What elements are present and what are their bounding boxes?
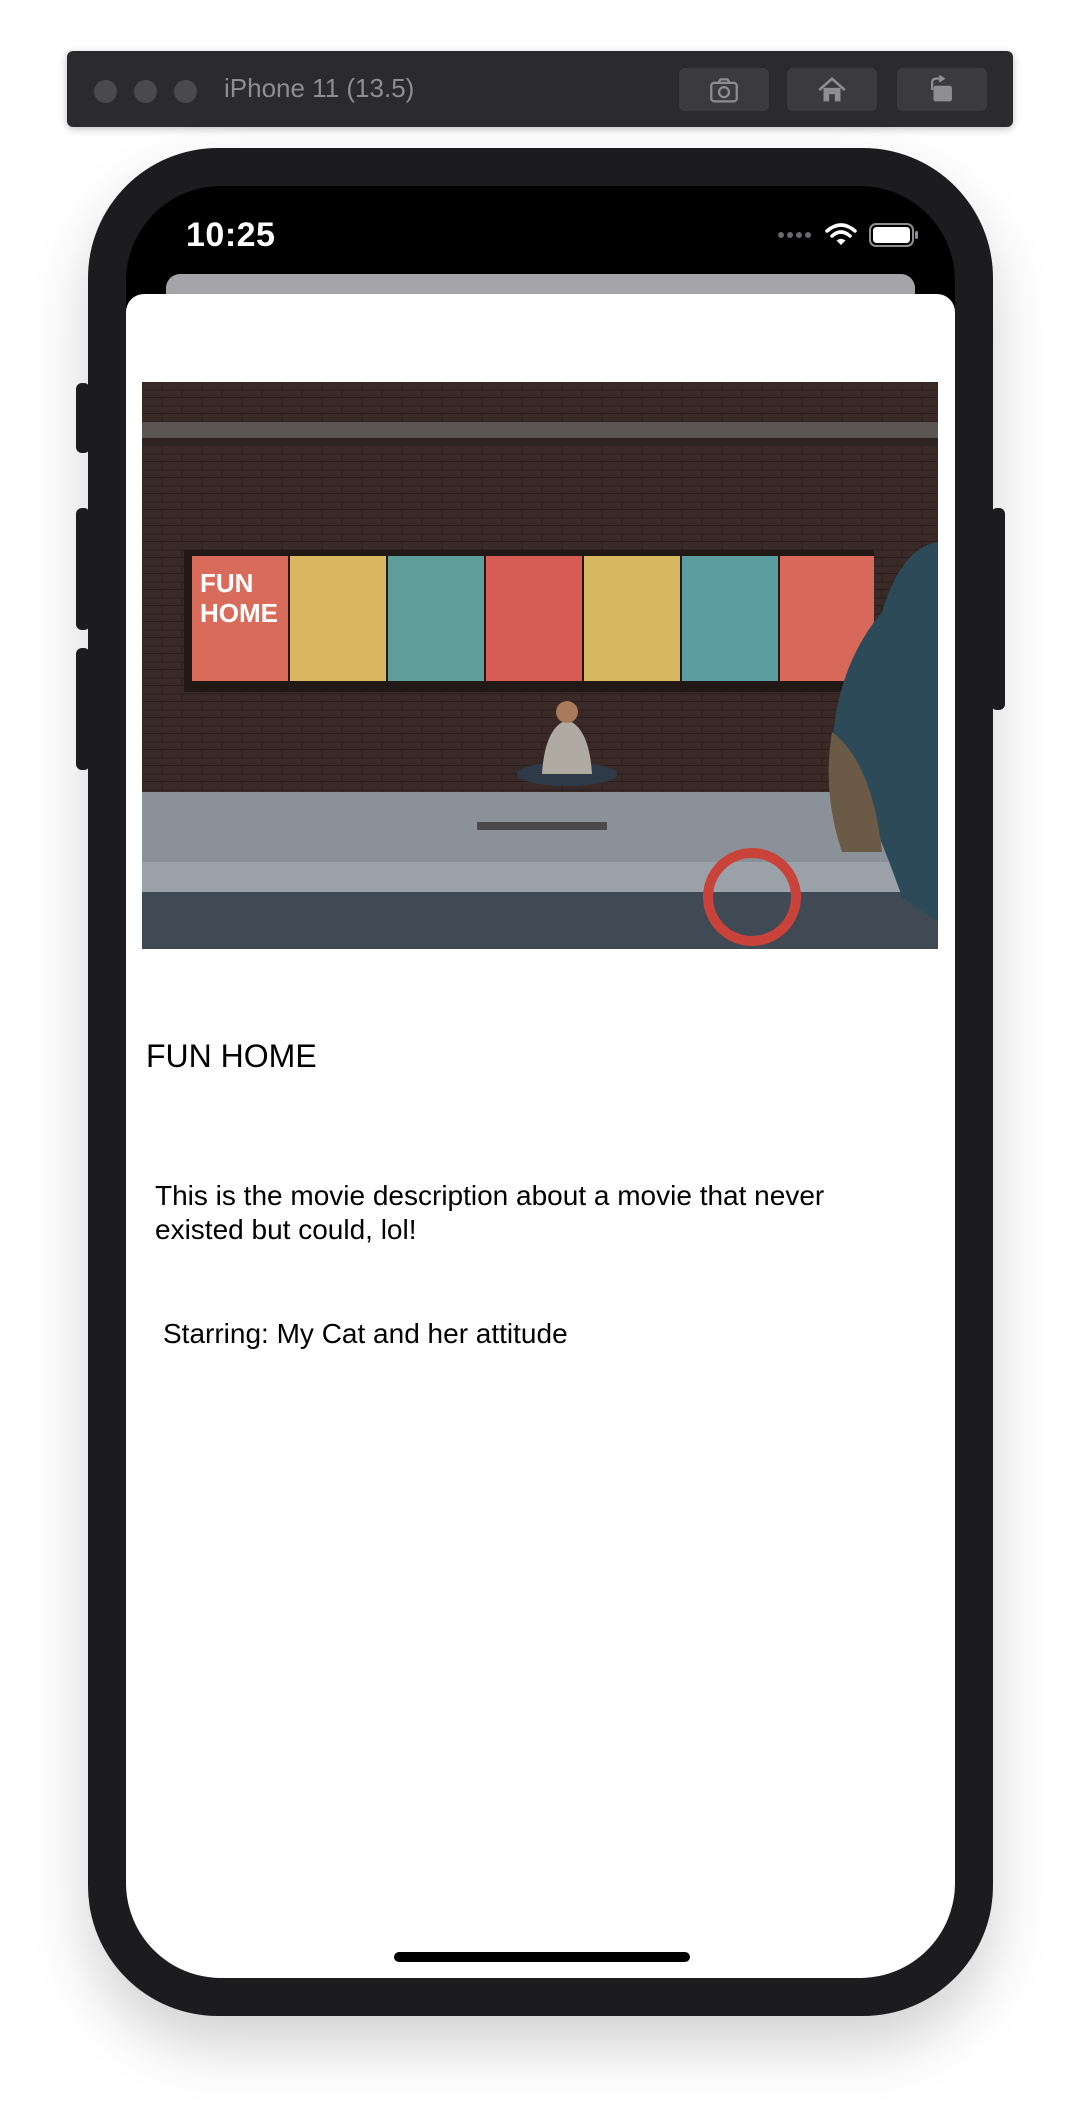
power-button[interactable] (991, 508, 1005, 710)
status-icons (777, 222, 919, 248)
window-minimize-dot[interactable] (134, 80, 157, 103)
screenshot-button[interactable] (679, 68, 769, 111)
home-indicator[interactable] (394, 1952, 690, 1962)
volume-up-button[interactable] (76, 508, 90, 630)
rotate-icon (930, 74, 952, 101)
movie-starring: Starring: My Cat and her attitude (163, 1318, 568, 1349)
movie-poster-image: FUN HOME (142, 382, 938, 949)
device-screen: 10:25 FUN HOME FUN HOME This is the movi… (126, 186, 955, 1978)
simulator-toolbar: iPhone 11 (13.5) (67, 51, 1013, 127)
rotate-button[interactable] (897, 68, 987, 111)
signal-dots-icon (778, 232, 811, 238)
status-time: 10:25 (186, 216, 276, 254)
device-title: iPhone 11 (13.5) (224, 73, 415, 103)
window-close-dot[interactable] (94, 80, 117, 103)
home-button[interactable] (787, 68, 877, 111)
poster-lettering-home: HOME (200, 598, 278, 628)
home-icon (818, 76, 846, 101)
mute-switch[interactable] (76, 383, 90, 453)
movie-description: This is the movie description about a mo… (155, 1180, 825, 1245)
movie-title: FUN HOME (146, 1038, 317, 1074)
volume-down-button[interactable] (76, 648, 90, 770)
screenshot-camera-icon (710, 77, 738, 102)
notch (308, 186, 770, 252)
window-zoom-dot[interactable] (174, 80, 197, 103)
wifi-icon (825, 223, 857, 245)
movie-detail-sheet: FUN HOME FUN HOME This is the movie desc… (126, 294, 955, 1978)
poster-lettering-fun: FUN (200, 568, 253, 598)
iphone-frame: 10:25 FUN HOME FUN HOME This is the movi… (76, 148, 1005, 2016)
poster-row (192, 556, 874, 681)
battery-icon (869, 223, 918, 247)
